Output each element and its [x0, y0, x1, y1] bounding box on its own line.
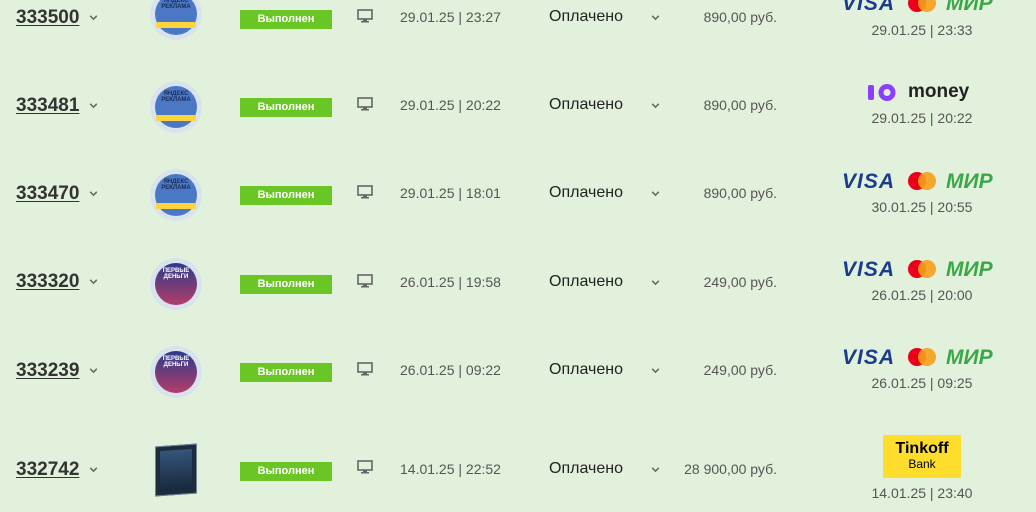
product-thumbnail[interactable]: ЯНДЕКС РЕКЛАМА — [150, 169, 202, 221]
chevron-down-icon[interactable] — [650, 12, 661, 23]
chevron-down-icon[interactable] — [88, 188, 99, 199]
status-badge: Выполнен — [240, 363, 332, 382]
product-thumbnail[interactable]: ЯНДЕКС РЕКЛАМА — [150, 0, 202, 40]
payment-status: Оплачено — [549, 460, 623, 477]
payment-status: Оплачено — [549, 361, 623, 378]
mastercard-logo-icon — [908, 172, 936, 190]
order-date: 26.01.25 | 19:58 — [400, 274, 501, 290]
monitor-icon — [357, 97, 373, 111]
order-price: 890,00 руб. — [703, 97, 777, 113]
yoomoney-logo: money — [866, 81, 986, 105]
chevron-down-icon[interactable] — [650, 464, 661, 475]
payment-status: Оплачено — [549, 184, 623, 201]
mir-logo: МИР — [946, 258, 993, 281]
monitor-icon — [357, 460, 373, 474]
status-badge: Выполнен — [240, 462, 332, 481]
tinkoff-logo: Tinkoff Bank — [883, 435, 961, 478]
visa-logo: VISA — [842, 0, 896, 15]
monitor-icon — [357, 185, 373, 199]
thumbnail-caption: ЯНДЕКС РЕКЛАМА — [161, 0, 191, 10]
payment-date: 30.01.25 | 20:55 — [871, 199, 973, 215]
chevron-down-icon[interactable] — [650, 100, 661, 111]
order-number[interactable]: 333470 — [16, 183, 79, 205]
payment-method-logos: VISA МИР — [842, 170, 1002, 193]
payment-method-logos: Tinkoff Bank — [842, 435, 1002, 478]
mastercard-logo-icon — [908, 260, 936, 278]
order-number[interactable]: 333239 — [16, 360, 79, 382]
order-price: 28 900,00 руб. — [684, 461, 777, 477]
payment-date: 29.01.25 | 20:22 — [871, 110, 973, 126]
chevron-down-icon[interactable] — [650, 365, 661, 376]
tinkoff-sub: Bank — [908, 457, 936, 471]
order-date: 14.01.25 | 22:52 — [400, 461, 501, 477]
payment-date: 29.01.25 | 23:33 — [871, 22, 973, 38]
payment-date: 26.01.25 | 09:25 — [871, 375, 973, 391]
mir-logo: МИР — [946, 0, 993, 15]
payment-date: 14.01.25 | 23:40 — [871, 485, 973, 501]
order-date: 26.01.25 | 09:22 — [400, 362, 501, 378]
visa-logo: VISA — [842, 258, 896, 281]
chevron-down-icon[interactable] — [650, 277, 661, 288]
mastercard-logo-icon — [908, 0, 936, 12]
status-badge: Выполнен — [240, 98, 332, 117]
mir-logo: МИР — [946, 170, 993, 193]
chevron-down-icon[interactable] — [88, 12, 99, 23]
order-date: 29.01.25 | 18:01 — [400, 185, 501, 201]
thumbnail-caption: ЯНДЕКС РЕКЛАМА — [161, 91, 191, 103]
order-number[interactable]: 333481 — [16, 95, 79, 117]
product-thumbnail[interactable]: ПЕРВЫЕ ДЕНЬГИ — [150, 346, 202, 398]
order-price: 249,00 руб. — [703, 362, 777, 378]
payment-status: Оплачено — [549, 96, 623, 113]
thumbnail-caption: ЯНДЕКС РЕКЛАМА — [161, 179, 191, 191]
tinkoff-name: Tinkoff — [895, 440, 949, 457]
order-date: 29.01.25 | 23:27 — [400, 9, 501, 25]
chevron-down-icon[interactable] — [650, 188, 661, 199]
chevron-down-icon[interactable] — [88, 100, 99, 111]
order-number[interactable]: 332742 — [16, 459, 79, 481]
monitor-icon — [357, 362, 373, 376]
monitor-icon — [357, 9, 373, 23]
payment-method-logos: VISA МИР — [842, 258, 1002, 281]
product-thumbnail[interactable]: ПЕРВЫЕ ДЕНЬГИ — [150, 258, 202, 310]
chevron-down-icon[interactable] — [88, 464, 99, 475]
payment-status: Оплачено — [549, 8, 623, 25]
order-number[interactable]: 333320 — [16, 271, 79, 293]
thumbnail-caption: ПЕРВЫЕ ДЕНЬГИ — [162, 268, 190, 280]
thumbnail-caption: ПЕРВЫЕ ДЕНЬГИ — [162, 356, 190, 368]
yoomoney-wordmark: money — [908, 81, 970, 102]
payment-method-logos: money — [842, 81, 1002, 103]
mir-logo: МИР — [946, 346, 993, 369]
product-thumbnail[interactable] — [155, 443, 197, 497]
order-date: 29.01.25 | 20:22 — [400, 97, 501, 113]
status-badge: Выполнен — [240, 275, 332, 294]
order-price: 890,00 руб. — [703, 185, 777, 201]
order-price: 890,00 руб. — [703, 9, 777, 25]
monitor-icon — [357, 274, 373, 288]
mastercard-logo-icon — [908, 348, 936, 366]
chevron-down-icon[interactable] — [88, 365, 99, 376]
chevron-down-icon[interactable] — [88, 276, 99, 287]
yoomoney-logo-icon — [868, 84, 896, 101]
payment-status: Оплачено — [549, 273, 623, 290]
product-thumbnail[interactable]: ЯНДЕКС РЕКЛАМА — [150, 81, 202, 133]
status-badge: Выполнен — [240, 186, 332, 205]
order-number[interactable]: 333500 — [16, 7, 79, 29]
payment-date: 26.01.25 | 20:00 — [871, 287, 973, 303]
status-badge: Выполнен — [240, 10, 332, 29]
order-price: 249,00 руб. — [703, 274, 777, 290]
payment-method-logos: VISA МИР — [842, 0, 1002, 15]
payment-method-logos: VISA МИР — [842, 346, 1002, 369]
visa-logo: VISA — [842, 346, 896, 369]
visa-logo: VISA — [842, 170, 896, 193]
